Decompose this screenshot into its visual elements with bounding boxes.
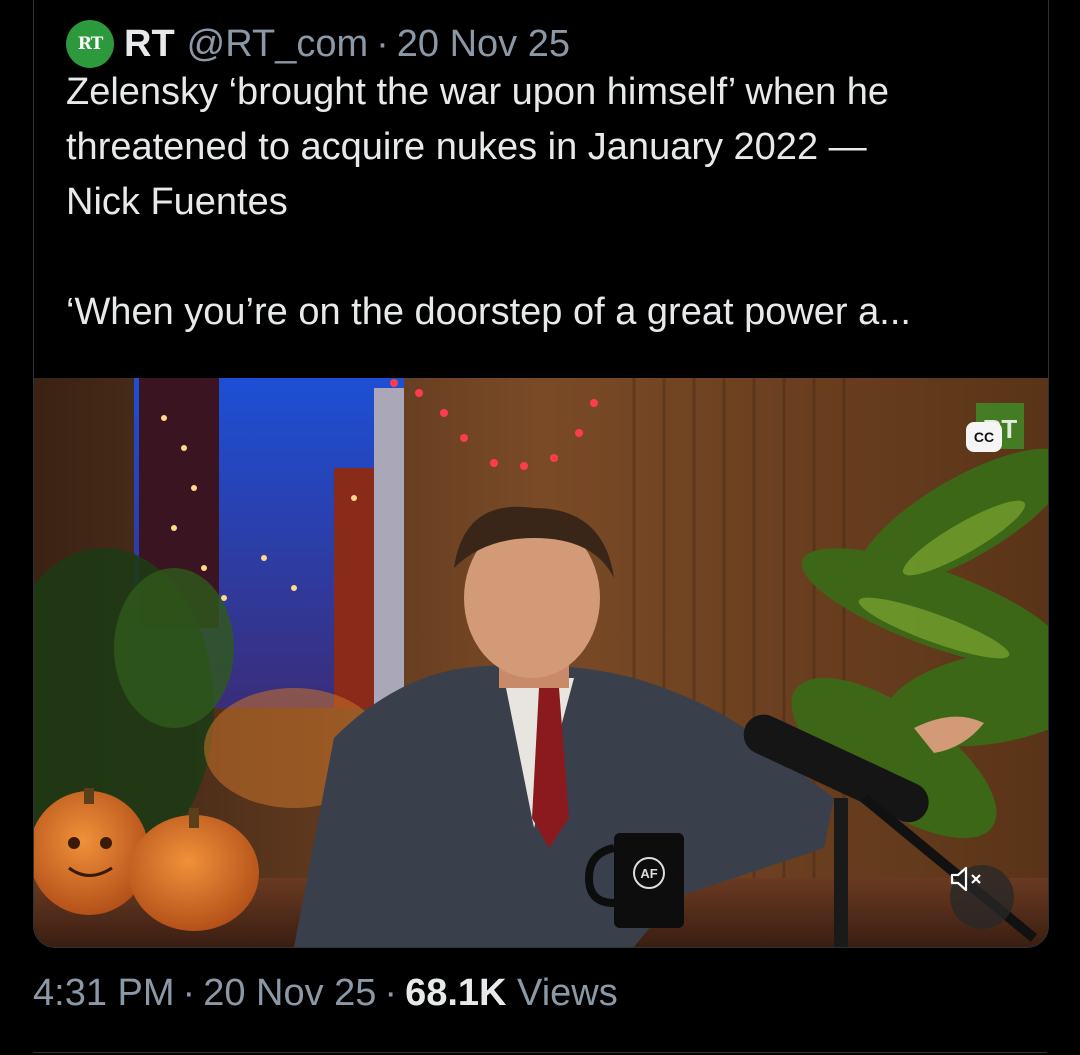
quoted-tweet-header: RT RT @RT_com · 20 Nov 25 bbox=[66, 20, 570, 68]
tweet-text-truncated: ‘When you’re on the doorstep of a great … bbox=[66, 291, 911, 333]
views-label: Views bbox=[517, 972, 618, 1014]
closed-captions-button[interactable]: CC bbox=[966, 422, 1002, 452]
tweet-text-line: Zelensky ‘brought the war upon himself’ … bbox=[66, 71, 890, 113]
views-count[interactable]: 68.1K bbox=[405, 972, 506, 1014]
mug-logo: AF bbox=[640, 866, 657, 881]
avatar-logo-text: RT bbox=[77, 34, 104, 54]
video-frame: AF RT bbox=[34, 378, 1048, 947]
mute-button[interactable] bbox=[950, 865, 1014, 929]
video-media[interactable]: AF RT CC bbox=[34, 378, 1048, 947]
post-time[interactable]: 4:31 PM bbox=[33, 972, 175, 1014]
tweet-date[interactable]: 20 Nov 25 bbox=[397, 23, 570, 66]
tweet-text-line: threatened to acquire nukes in January 2… bbox=[66, 126, 867, 168]
quoted-tweet-card[interactable]: RT RT @RT_com · 20 Nov 25 Zelensky ‘brou… bbox=[33, 0, 1049, 948]
mute-icon bbox=[950, 866, 981, 892]
header-separator: · bbox=[376, 22, 389, 65]
divider bbox=[33, 1052, 1047, 1053]
tweet-meta-footer: 4:31 PM · 20 Nov 25 · 68.1K Views bbox=[33, 972, 618, 1015]
display-name[interactable]: RT bbox=[124, 23, 175, 66]
tweet-text-line: Nick Fuentes bbox=[66, 181, 288, 223]
post-date[interactable]: 20 Nov 25 bbox=[203, 972, 376, 1014]
footer-separator: · bbox=[182, 972, 196, 1014]
footer-separator: · bbox=[384, 972, 398, 1014]
handle[interactable]: @RT_com bbox=[187, 23, 368, 66]
avatar[interactable]: RT bbox=[66, 20, 114, 68]
tweet-text: Zelensky ‘brought the war upon himself’ … bbox=[66, 65, 1026, 340]
